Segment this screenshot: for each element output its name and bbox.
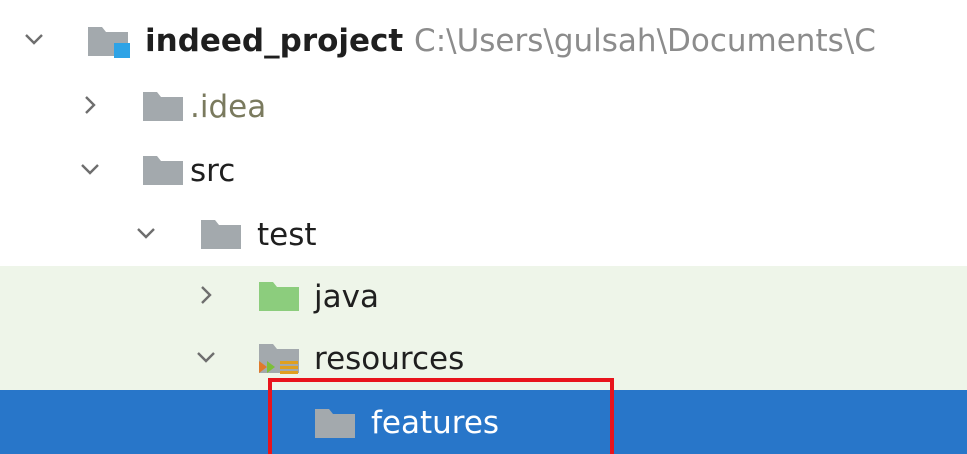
tree-item-label: features [371,405,500,441]
folder-icon [200,217,242,250]
folder-icon [314,406,356,439]
chevron-down-icon[interactable] [20,25,48,53]
test-sources-folder-icon [258,279,300,312]
module-folder-icon [86,23,130,58]
chevron-down-icon[interactable] [132,219,160,247]
project-path: C:\Users\gulsah\Documents\C [414,23,876,59]
tree-item-label: test [257,217,317,253]
tree-item-java[interactable]: java [0,266,967,328]
test-resources-folder-icon [258,341,300,374]
tree-item-indeed-project[interactable]: indeed_project C:\Users\gulsah\Documents… [0,10,967,72]
chevron-down-icon[interactable] [192,343,220,371]
folder-icon [142,153,184,186]
tree-item-label: .idea [190,89,267,125]
chevron-down-icon[interactable] [76,155,104,183]
tree-item-resources[interactable]: resources [0,328,967,390]
tree-item-src[interactable]: src [0,140,967,202]
tree-item-test[interactable]: test [0,204,967,266]
tree-item-idea[interactable]: .idea [0,76,967,138]
tree-item-label: resources [314,341,465,377]
tree-item-features[interactable]: features [0,390,967,454]
folder-icon [142,89,184,122]
project-tree: indeed_project C:\Users\gulsah\Documents… [0,0,967,454]
tree-item-label: src [190,153,236,189]
tree-item-label: indeed_project C:\Users\gulsah\Documents… [145,23,876,59]
chevron-right-icon[interactable] [192,281,220,309]
tree-item-label: java [314,279,379,315]
chevron-right-icon[interactable] [76,91,104,119]
